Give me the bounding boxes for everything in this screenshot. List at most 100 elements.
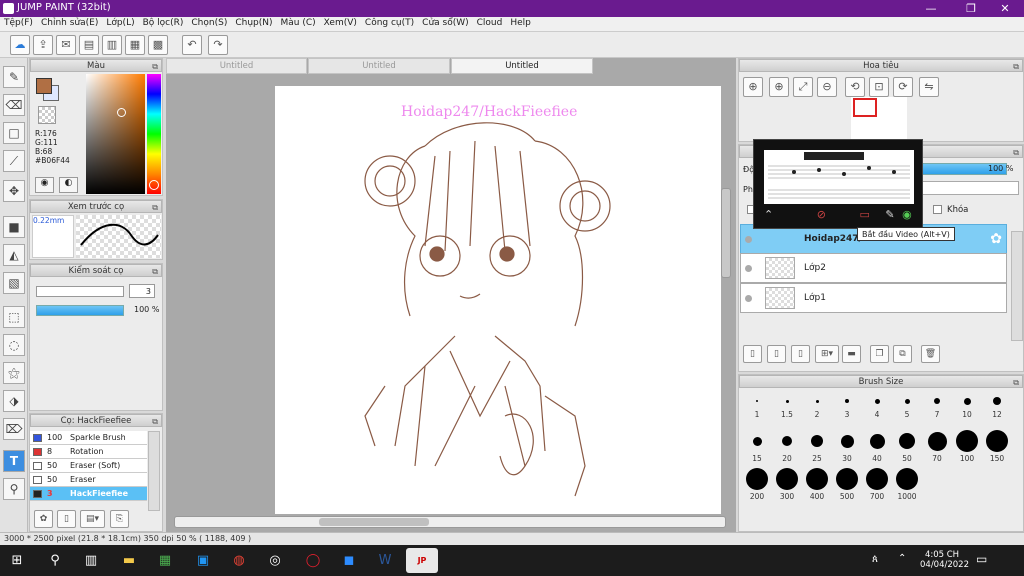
document-icon[interactable]: ▥ <box>102 35 122 55</box>
select-rect-icon[interactable]: ⬚ <box>3 306 25 328</box>
color-picker-cursor[interactable] <box>117 108 126 117</box>
brush-size-option[interactable]: 3 <box>833 389 861 419</box>
new-layer-2-icon[interactable]: ▯ <box>767 345 786 363</box>
eraser-tool-icon[interactable]: ⌫ <box>3 94 25 116</box>
menu-cloud[interactable]: Cloud <box>473 17 507 28</box>
opacity-slider[interactable] <box>36 305 124 316</box>
layer-add-menu-icon[interactable]: ⊞▾ <box>815 345 839 363</box>
people-icon[interactable]: ጰ <box>872 554 878 565</box>
menu-select[interactable]: Chọn(S) <box>187 17 231 28</box>
notification-icon[interactable]: ▭ <box>976 552 987 566</box>
tab-untitled-active[interactable]: Untitled <box>451 58 593 74</box>
chrome-icon[interactable]: ◍ <box>226 548 252 573</box>
pen-tool-icon[interactable]: ✎ <box>3 66 25 88</box>
horizontal-scrollbar[interactable] <box>174 516 726 528</box>
fit-icon[interactable]: ⤢ <box>793 77 813 97</box>
bucket-tool-icon[interactable]: ◭ <box>3 244 25 266</box>
duplicate-icon[interactable]: ❐ <box>870 345 889 363</box>
video-recorder-overlay[interactable]: ⌃ ⊘ ▭ ✎ ◉ <box>753 139 923 229</box>
zoom-in-icon[interactable]: ⊕ <box>743 77 763 97</box>
opera-icon[interactable]: ◯ <box>300 548 326 573</box>
layer-settings-icon[interactable]: ✿ <box>990 231 1002 247</box>
brush-size-option[interactable]: 15 <box>743 427 771 463</box>
brush-size-option[interactable]: 300 <box>773 465 801 501</box>
merge-icon[interactable]: ⧉ <box>893 345 912 363</box>
size-slider[interactable] <box>36 286 124 297</box>
select-pen-icon[interactable]: ⬗ <box>3 390 25 412</box>
palette-settings-icon[interactable]: ◐ <box>59 177 78 193</box>
visibility-eye-icon[interactable] <box>745 236 752 243</box>
cloud-icon[interactable]: ☁ <box>10 35 30 55</box>
brush-tool-icon[interactable]: ⟋ <box>3 150 25 172</box>
menu-filter[interactable]: Bộ lọc(R) <box>139 17 188 28</box>
new-layer-3-icon[interactable]: ▯ <box>791 345 810 363</box>
messenger-icon[interactable]: ◎ <box>262 548 288 573</box>
new-layer-icon[interactable]: ▯ <box>743 345 762 363</box>
rotate-left-icon[interactable]: ⟲ <box>845 77 865 97</box>
brush-size-option[interactable]: 1.5 <box>773 389 801 419</box>
magic-wand-icon[interactable]: ⚝ <box>3 362 25 384</box>
word-icon[interactable]: W <box>372 548 398 573</box>
zoom-icon[interactable]: ◼ <box>336 548 362 573</box>
viewport-indicator[interactable] <box>853 98 877 117</box>
zoom-in-2-icon[interactable]: ⊕ <box>769 77 789 97</box>
flip-icon[interactable]: ⇋ <box>919 77 939 97</box>
page-icon[interactable]: ▦ <box>125 35 145 55</box>
pin-icon[interactable]: ⧉ <box>1013 61 1019 73</box>
brush-size-option[interactable]: 1000 <box>893 465 921 501</box>
fill-rect-icon[interactable]: ■ <box>3 216 25 238</box>
brush-size-option[interactable]: 20 <box>773 427 801 463</box>
brush-size-option[interactable]: 100 <box>953 427 981 463</box>
visibility-eye-icon[interactable] <box>745 295 752 302</box>
jump-paint-icon[interactable]: JP <box>406 548 438 573</box>
upload-icon[interactable]: ⇪ <box>33 35 53 55</box>
menu-tools[interactable]: Công cụ(T) <box>361 17 418 28</box>
close-button[interactable]: ✕ <box>990 0 1020 17</box>
brush-size-option[interactable]: 70 <box>923 427 951 463</box>
app-icon-blue[interactable]: ▣ <box>190 548 216 573</box>
menu-file[interactable]: Tệp(F) <box>0 17 37 28</box>
move-tool-icon[interactable]: ✥ <box>3 180 25 202</box>
maximize-button[interactable]: ❐ <box>956 0 986 17</box>
brush-item-eraser-soft[interactable]: 50 Eraser (Soft) <box>30 459 147 473</box>
horizontal-scroll-thumb[interactable] <box>319 518 429 526</box>
file-explorer-icon[interactable]: ▬ <box>116 548 142 573</box>
brush-size-option[interactable]: 5 <box>893 389 921 419</box>
palette-icon[interactable]: ◉ <box>35 177 54 193</box>
pin-icon[interactable]: ⧉ <box>1013 147 1019 159</box>
app-icon-green[interactable]: ▦ <box>152 548 178 573</box>
blend-mode-select[interactable] <box>919 181 1019 195</box>
brush-size-option[interactable]: 25 <box>803 427 831 463</box>
text-tool-icon[interactable]: T <box>3 450 25 472</box>
menu-edit[interactable]: Chỉnh sửa(E) <box>37 17 102 28</box>
brush-size-option[interactable]: 50 <box>893 427 921 463</box>
brush-size-option[interactable]: 1 <box>743 389 771 419</box>
pin-icon[interactable]: ⧉ <box>152 202 158 214</box>
pin-icon[interactable]: ⧉ <box>1013 377 1019 389</box>
eyedropper-tool-icon[interactable]: ⚲ <box>3 478 25 500</box>
select-eraser-icon[interactable]: ⌦ <box>3 418 25 440</box>
brush-settings-icon[interactable]: ✿ <box>34 510 53 528</box>
brush-item-eraser[interactable]: 50 Eraser <box>30 473 147 487</box>
vertical-scrollbar[interactable] <box>721 188 731 278</box>
pin-icon[interactable]: ⧉ <box>152 266 158 278</box>
pen-icon[interactable]: ✎ <box>885 208 894 221</box>
record-icon[interactable]: ◉ <box>902 208 912 221</box>
brush-menu-icon[interactable]: ▤▾ <box>80 510 105 528</box>
brush-size-option[interactable]: 40 <box>863 427 891 463</box>
tab-untitled-2[interactable]: Untitled <box>308 58 450 74</box>
navigator-thumbnail[interactable] <box>851 97 907 141</box>
tab-untitled-1[interactable]: Untitled <box>166 58 307 74</box>
saturation-value-picker[interactable] <box>86 74 145 194</box>
size-value-field[interactable]: 3 <box>129 284 155 298</box>
visibility-eye-icon[interactable] <box>745 265 752 272</box>
collapse-icon[interactable]: ⌃ <box>764 208 773 221</box>
grid-icon[interactable]: ▩ <box>148 35 168 55</box>
tray-chevron-icon[interactable]: ⌃ <box>898 553 906 564</box>
undo-icon[interactable]: ↶ <box>182 35 202 55</box>
hue-cursor[interactable] <box>149 180 159 190</box>
brush-size-option[interactable]: 400 <box>803 465 831 501</box>
menu-capture[interactable]: Chụp(N) <box>231 17 276 28</box>
menu-help[interactable]: Help <box>506 17 535 28</box>
brush-size-option[interactable]: 7 <box>923 389 951 419</box>
